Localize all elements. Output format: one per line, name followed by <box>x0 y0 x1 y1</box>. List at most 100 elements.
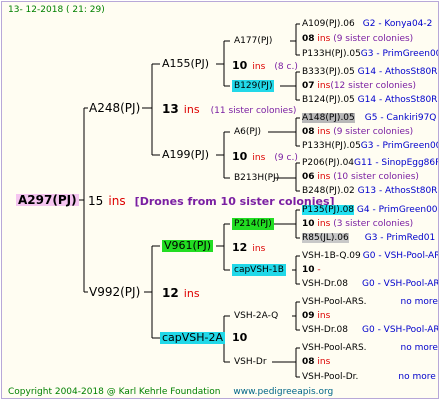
gen1-a248-num: 13 <box>162 102 179 116</box>
gen1-v992-id[interactable]: V992(PJ) <box>89 286 140 298</box>
gen4-id[interactable]: VSH-Pool-ARS. <box>302 343 367 353</box>
gen3-capvsh1b-id[interactable]: capVSH-1B <box>232 264 286 276</box>
gen2-a199-num: 10 <box>232 150 248 163</box>
gen4-id[interactable]: P133H(PJ).05 <box>302 49 361 59</box>
gen2-a155-stats: 10 ins (8 c.) <box>232 58 298 73</box>
gen4-note: (9 sister colonies) <box>333 127 414 137</box>
gen4-id[interactable]: P133H(PJ).05 <box>302 141 361 151</box>
gen4-id[interactable]: B248(PJ).02 <box>302 186 355 196</box>
gen4-note: (12 sister colonies) <box>330 81 417 91</box>
gen3-p214-id[interactable]: P214(PJ) <box>232 218 274 230</box>
gen4-row: 08 ins (9 sister colonies) <box>302 33 413 45</box>
gen4-tail: G13 - AthosSt80R <box>357 186 438 196</box>
gen2-a155-num: 10 <box>232 59 248 72</box>
gen3-a6-id[interactable]: A6(PJ) <box>234 126 261 138</box>
gen2-capvsh2a-num: 10 <box>232 331 248 344</box>
footer: Copyright 2004-2018 @ Karl Kehrle Founda… <box>8 386 333 398</box>
gen3-b129-id[interactable]: B129(PJ) <box>232 80 275 92</box>
gen4-row: P135(PJ).08 G4 - PrimGreen00 <box>302 204 438 216</box>
gen4-id[interactable]: A109(PJ).06 <box>302 19 355 29</box>
gen2-a199-id[interactable]: A199(PJ) <box>162 149 209 161</box>
gen4-row: B248(PJ).02 G13 - AthosSt80R <box>302 185 437 197</box>
gen4-row: 08 ins <box>302 356 330 368</box>
pedigree-frame: 13- 12-2018 ( 21: 29) A297(PJ) 15 ins [D… <box>1 1 439 399</box>
gen4-id[interactable]: B333(PJ).05 <box>302 67 355 77</box>
gen2-a155-note: (8 c.) <box>274 62 298 72</box>
gen4-tail: no more <box>398 372 436 382</box>
gen4-note: (3 sister colonies) <box>333 219 414 229</box>
gen4-num: 10 <box>302 219 315 229</box>
gen4-row: A148(PJ).05 G5 - Cankiri97Q <box>302 112 436 124</box>
footer-site-link[interactable]: www.pedigreeapis.org <box>233 387 333 397</box>
gen4-row: A109(PJ).06 G2 - Konya04-2 <box>302 18 432 30</box>
gen4-ins: ins <box>317 127 331 137</box>
gen2-a199-note: (9 c.) <box>274 153 298 163</box>
gen4-num: 07 <box>302 81 315 91</box>
gen4-num: 09 <box>302 311 315 321</box>
gen3-vsh2aq-id[interactable]: VSH-2A-Q <box>234 310 278 322</box>
gen4-row: P133H(PJ).05G3 - PrimGreen00 <box>302 140 438 152</box>
gen4-row: R85(JL).06 G3 - PrimRed01 <box>302 232 435 244</box>
gen4-row: 06 ins (10 sister colonies) <box>302 171 419 183</box>
gen4-tail: no more <box>400 297 438 307</box>
pedigree-date: 13- 12-2018 ( 21: 29) <box>8 5 105 15</box>
gen4-ins: ins <box>317 172 331 182</box>
gen4-id[interactable]: B124(PJ).05 <box>302 95 355 105</box>
gen4-tail: G0 - VSH-Pool-AR <box>362 279 439 289</box>
gen4-num: 08 <box>302 34 315 44</box>
root-num: 15 <box>88 194 104 208</box>
gen4-ins: ins <box>317 357 331 367</box>
gen4-id[interactable]: P206(PJ).04 <box>302 158 354 168</box>
gen2-a199-stats: 10 ins (9 c.) <box>232 149 298 164</box>
gen4-row: VSH-1B-Q.09 G0 - VSH-Pool-AR <box>302 250 439 262</box>
root-ins: ins <box>108 194 126 208</box>
gen1-v992-ins: ins <box>183 287 200 300</box>
gen4-num: 06 <box>302 172 315 182</box>
gen2-capvsh2a-id[interactable]: capVSH-2A <box>160 332 226 344</box>
gen4-row: 10 - <box>302 264 321 276</box>
gen4-id[interactable]: VSH-Pool-Dr. <box>302 372 358 382</box>
gen4-tail: G2 - Konya04-2 <box>362 19 433 29</box>
gen4-id[interactable]: R85(JL).06 <box>302 233 349 243</box>
gen2-a155-id[interactable]: A155(PJ) <box>162 58 209 70</box>
gen4-ins: ins <box>317 34 331 44</box>
gen4-tail: G0 - VSH-Pool-AR <box>362 251 439 261</box>
gen3-a177-id[interactable]: A177(PJ) <box>234 35 272 47</box>
root-queen-id[interactable]: A297(PJ) <box>16 194 79 206</box>
gen4-row: VSH-Pool-ARS. no more <box>302 342 438 354</box>
gen1-a248-note: (11 sister colonies) <box>210 106 297 116</box>
gen1-v992-stats: 12 ins <box>162 286 200 300</box>
gen1-a248-ins: ins <box>183 103 200 116</box>
gen4-tail: G0 - VSH-Pool-AR <box>362 325 439 335</box>
gen4-row: P206(PJ).04G11 - SinopEgg86R <box>302 157 439 169</box>
gen1-a248-id[interactable]: A248(PJ) <box>89 102 140 114</box>
gen4-id[interactable]: VSH-Pool-ARS. <box>302 297 367 307</box>
gen2-v961-num: 12 <box>232 241 248 254</box>
gen4-row: VSH-Pool-Dr. no more <box>302 371 436 383</box>
gen2-a155-ins: ins <box>252 62 266 72</box>
footer-copyright: Copyright 2004-2018 @ Karl Kehrle Founda… <box>8 387 221 397</box>
gen2-a199-ins: ins <box>252 153 266 163</box>
gen4-row: B124(PJ).05 G14 - AthosSt80R <box>302 94 437 106</box>
gen4-tail: G3 - PrimRed01 <box>364 233 436 243</box>
gen4-row: VSH-Dr.08 G0 - VSH-Pool-AR <box>302 324 439 336</box>
gen4-row: 10 ins (3 sister colonies) <box>302 218 413 230</box>
gen4-row: P133H(PJ).05G3 - PrimGreen00 <box>302 48 438 60</box>
gen4-row: VSH-Pool-ARS. no more <box>302 296 438 308</box>
gen4-id[interactable]: VSH-1B-Q.09 <box>302 251 361 261</box>
gen3-vshdr-id[interactable]: VSH-Dr <box>234 356 267 368</box>
gen2-v961-id[interactable]: V961(PJ) <box>162 240 213 252</box>
gen4-tail: G14 - AthosSt80R <box>357 95 438 105</box>
gen2-v961-ins: ins <box>252 244 266 254</box>
gen1-v992-num: 12 <box>162 286 179 300</box>
gen4-tail: G5 - Cankiri97Q <box>364 113 437 123</box>
gen4-tail: G11 - SinopEgg86R <box>354 158 439 168</box>
gen4-ins: ins <box>317 311 331 321</box>
gen4-id[interactable]: A148(PJ).05 <box>302 113 355 123</box>
gen4-id[interactable]: P135(PJ).08 <box>302 205 355 215</box>
gen4-id[interactable]: VSH-Dr.08 <box>302 325 348 335</box>
gen3-b213h-id[interactable]: B213H(PJ) <box>234 172 279 184</box>
gen4-tail: no more <box>400 343 438 353</box>
gen4-tail: G14 - AthosSt80R <box>357 67 438 77</box>
gen4-id[interactable]: VSH-Dr.08 <box>302 279 348 289</box>
